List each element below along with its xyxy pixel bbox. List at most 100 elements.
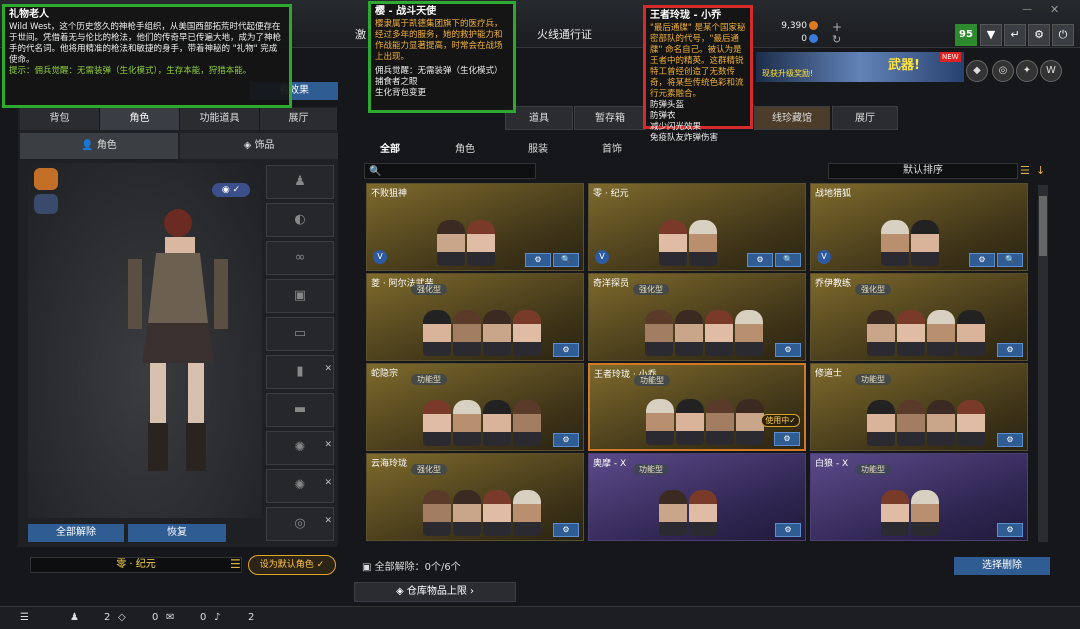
character-portrait — [483, 490, 511, 536]
remove-icon[interactable]: ✕ — [324, 467, 332, 499]
card-settings-icon[interactable]: ⚙ — [553, 523, 579, 537]
character-card[interactable]: 奥摩 - X 功能型 ⚙ — [588, 453, 806, 541]
remove-icon[interactable]: ✕ — [324, 429, 332, 461]
remove-icon[interactable]: ✕ — [324, 505, 332, 537]
pose-icon[interactable] — [34, 194, 58, 214]
character-card[interactable]: 云海玲珑 强化型 ⚙ — [366, 453, 584, 541]
settings-icon[interactable]: ⚙ — [1028, 24, 1050, 46]
power-icon[interactable]: ⏻ — [1052, 24, 1074, 46]
character-portrait — [423, 490, 451, 536]
character-portrait — [705, 310, 733, 356]
menu-icon[interactable]: ☰ — [230, 557, 241, 571]
tab-function-items[interactable]: 功能道具 — [180, 108, 260, 130]
tab-showroom[interactable]: 展厅 — [260, 108, 338, 130]
character-card[interactable]: 修道士 功能型 ⚙ — [810, 363, 1028, 451]
card-settings-icon[interactable]: ⚙ — [553, 433, 579, 447]
equip-slot-pet[interactable]: ♟ — [266, 165, 334, 199]
card-settings-icon[interactable]: ⚙ — [969, 253, 995, 267]
filter-clothing[interactable]: 服装 — [528, 140, 548, 155]
refresh-icon[interactable]: ↻ — [832, 33, 841, 46]
message-icon[interactable]: ✉ — [166, 612, 174, 623]
character-card[interactable]: 奇洋探员 强化型 ⚙ — [588, 273, 806, 361]
character-card[interactable]: 蛇隐宗 功能型 ⚙ — [366, 363, 584, 451]
vip-shield-icon: V — [817, 250, 831, 264]
subtab-accessories[interactable]: ◈ 饰品 — [180, 133, 338, 159]
sort-select[interactable]: 默认排序 — [828, 163, 1018, 179]
remove-icon[interactable]: ✕ — [324, 353, 332, 385]
tab-backpack[interactable]: 背包 — [20, 108, 100, 130]
character-portrait — [659, 490, 687, 536]
card-settings-icon[interactable]: ⚙ — [997, 343, 1023, 357]
minimize-icon[interactable]: — — [1022, 4, 1032, 15]
tab-storage[interactable]: 暂存箱 — [574, 106, 646, 130]
subtab-character[interactable]: 👤 角色 — [20, 133, 178, 159]
banner-headline: 武器! — [888, 58, 920, 73]
equip-slot-vest[interactable]: ▣ — [266, 279, 334, 313]
equip-slot-head[interactable]: ◐ — [266, 203, 334, 237]
card-settings-icon[interactable]: ⚙ — [553, 343, 579, 357]
return-icon[interactable]: ↵ — [1004, 24, 1026, 46]
card-settings-icon[interactable]: ⚙ — [775, 343, 801, 357]
badge-icon-1[interactable]: ◆ — [966, 60, 988, 82]
tab-character[interactable]: 角色 — [100, 108, 180, 130]
nav-item-battle-pass[interactable]: 火线通行证 — [537, 26, 592, 42]
equip-slot-body[interactable]: ▭ — [266, 317, 334, 351]
equip-slot-blue[interactable]: ◎ ✕ — [266, 507, 334, 541]
card-inspect-icon[interactable]: 🔍 — [553, 253, 579, 267]
filter-character[interactable]: 角色 — [455, 140, 475, 155]
character-card[interactable]: 菱 · 阿尔法武装 强化型 ⚙ — [366, 273, 584, 361]
clear-all-button[interactable]: 全部解除 — [28, 524, 124, 542]
character-card[interactable]: 零 · 纪元 V ⚙ 🔍 — [588, 183, 806, 271]
tooltip-hint: 提示：佣兵觉醒：无需装弹（生化模式），生存本能，狩猎本能。 — [9, 66, 252, 76]
filter-all[interactable]: 全部 — [380, 140, 400, 155]
character-card[interactable]: 白狼 - X 功能型 ⚙ — [810, 453, 1028, 541]
list-view-icon[interactable]: ☰ — [1020, 164, 1030, 177]
equip-slot-gold-2[interactable]: ✺ ✕ — [266, 469, 334, 503]
add-currency-icon[interactable]: + — [832, 20, 842, 34]
nav-item-events[interactable]: 激 — [355, 26, 366, 42]
filter-jewelry[interactable]: 首饰 — [602, 140, 622, 155]
tab-collection[interactable]: 线珍藏馆 — [754, 106, 830, 130]
card-inspect-icon[interactable]: 🔍 — [997, 253, 1023, 267]
card-inspect-icon[interactable]: 🔍 — [775, 253, 801, 267]
card-settings-icon[interactable]: ⚙ — [997, 523, 1023, 537]
badge-icon-4[interactable]: W — [1040, 60, 1062, 82]
character-portrait — [897, 400, 925, 446]
card-settings-icon[interactable]: ⚙ — [747, 253, 773, 267]
storage-limit-button[interactable]: ◈ 仓库物品上限 › — [354, 582, 516, 602]
chat-list-icon[interactable]: ☰ — [20, 612, 29, 623]
promo-banner[interactable]: 现获升级奖励! — [756, 52, 964, 82]
equip-slot-mask[interactable]: ▮ ✕ — [266, 355, 334, 389]
message-count: 0 — [200, 612, 207, 623]
tooltip-line: 防弹头盔 — [650, 100, 685, 110]
vip-shield-icon: V — [373, 250, 387, 264]
character-card[interactable]: 战地猎狐 V ⚙ 🔍 — [810, 183, 1028, 271]
character-card[interactable]: 乔伊教练 强化型 ⚙ — [810, 273, 1028, 361]
set-default-character-button[interactable]: 设为默认角色 ✓ — [248, 555, 336, 575]
visibility-toggle-icon[interactable]: ◉ ✓ — [212, 183, 250, 197]
rank-icon[interactable]: ▼ — [980, 24, 1002, 46]
volume-icon[interactable]: ♪ — [214, 612, 220, 623]
team-icon[interactable]: ♟ — [70, 612, 79, 623]
sort-direction-icon[interactable]: ↓ — [1036, 164, 1045, 177]
clear-selected-button[interactable]: 选择删除 — [954, 557, 1050, 575]
pose-icon-active[interactable] — [34, 168, 58, 190]
badge-icon-2[interactable]: ◎ — [992, 60, 1014, 82]
character-card[interactable]: 不败狙神 V ⚙ 🔍 — [366, 183, 584, 271]
equip-slot-back[interactable]: ▬ — [266, 393, 334, 427]
search-input[interactable]: 🔍 — [364, 163, 536, 179]
character-viewer[interactable] — [28, 163, 262, 518]
badge-icon-3[interactable]: ✦ — [1016, 60, 1038, 82]
card-settings-icon[interactable]: ⚙ — [775, 523, 801, 537]
card-settings-icon[interactable]: ⚙ — [997, 433, 1023, 447]
restore-button[interactable]: 恢复 — [128, 524, 226, 542]
shield-icon: ◇ — [118, 612, 126, 623]
tab-right-showroom[interactable]: 展厅 — [832, 106, 898, 130]
close-window-icon[interactable]: ✕ — [1050, 3, 1059, 16]
equip-slot-gold-1[interactable]: ✺ ✕ — [266, 431, 334, 465]
character-card[interactable]: 王者玲珑 · 小乔 功能型 ⚙ 使用中✓ — [588, 363, 806, 451]
card-settings-icon[interactable]: ⚙ — [774, 432, 800, 446]
card-settings-icon[interactable]: ⚙ — [525, 253, 551, 267]
equip-slot-glasses[interactable]: ∞ — [266, 241, 334, 275]
scrollbar-thumb[interactable] — [1039, 196, 1047, 256]
